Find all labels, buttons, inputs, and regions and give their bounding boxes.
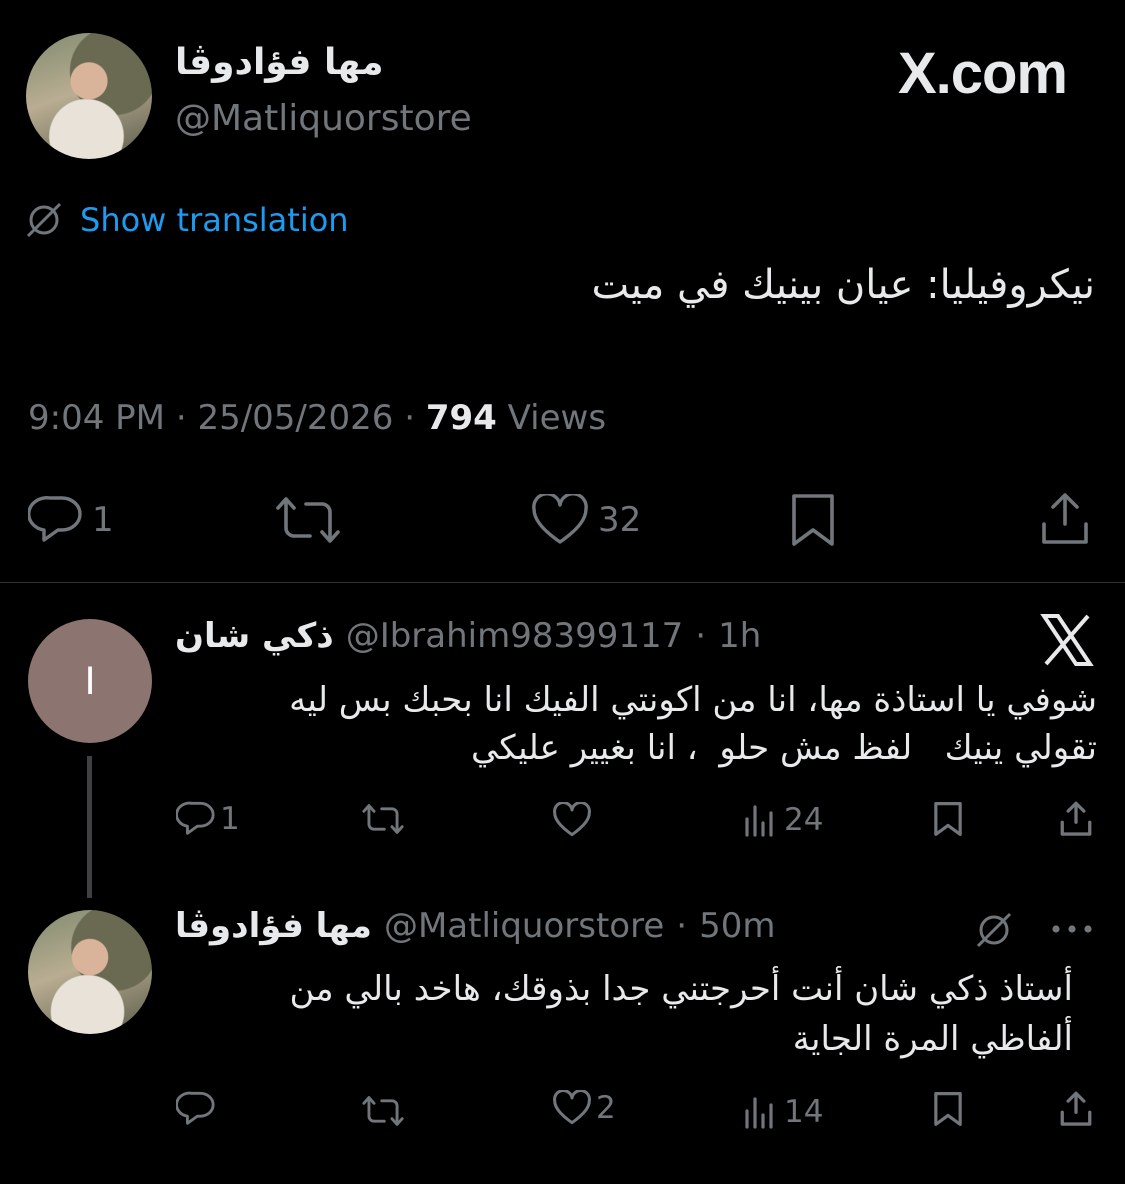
- share-icon: [1058, 1090, 1094, 1128]
- reply2-views-count: 14: [784, 1094, 824, 1130]
- reply2-like-count: 2: [596, 1090, 616, 1126]
- reply-icon: [176, 1090, 216, 1128]
- views-label: Views: [507, 398, 607, 438]
- avatar-letter: I: [84, 658, 96, 703]
- bookmark-icon: [932, 800, 964, 838]
- reply1-text-line1: شوفي يا استاذة مها، انا من اكونتي الفيك …: [289, 680, 1097, 720]
- reply2-author-name[interactable]: مها فؤادوڤا: [175, 906, 372, 946]
- x-logo-icon: [1040, 614, 1094, 666]
- reply1-time[interactable]: 1h: [718, 616, 761, 656]
- translate-icon[interactable]: [972, 910, 1016, 950]
- heart-icon: [552, 802, 592, 838]
- reply2-header: مها فؤادوڤا @Matliquorstore · 50m: [175, 906, 775, 946]
- meta-separator: ·: [695, 616, 707, 656]
- reply1-reply-button[interactable]: 1: [176, 800, 240, 838]
- thread-line: [87, 756, 92, 898]
- heart-icon: [530, 494, 590, 546]
- divider: [0, 582, 1125, 583]
- reply1-avatar[interactable]: I: [28, 619, 152, 743]
- reply1-views-button[interactable]: 24: [744, 802, 823, 838]
- share-button[interactable]: [1038, 490, 1092, 548]
- reply2-author-handle[interactable]: @Matliquorstore: [384, 906, 664, 946]
- reply1-text-line2: تقولي ينيك لفظ مش حلو ، انا بغيير عليكي: [471, 728, 1097, 768]
- author-handle[interactable]: @Matliquorstore: [175, 98, 472, 139]
- tweet-meta: 9:04 PM · 25/05/2026 · 794 Views: [28, 398, 606, 438]
- views-count: 794: [425, 398, 497, 438]
- analytics-icon: [744, 1095, 776, 1129]
- meta-separator: ·: [676, 906, 688, 946]
- reply-button[interactable]: 1: [28, 494, 114, 546]
- x-logo-text: X.com: [897, 41, 1068, 106]
- share-icon: [1038, 490, 1092, 548]
- reply1-reply-count: 1: [220, 801, 240, 837]
- bookmark-icon: [788, 492, 838, 548]
- retweet-icon: [272, 494, 344, 546]
- reply2-reply-button[interactable]: [176, 1090, 216, 1128]
- reply1-text: شوفي يا استاذة مها، انا من اكونتي الفيك …: [157, 676, 1097, 772]
- show-translation-link[interactable]: Show translation: [24, 200, 349, 240]
- reply2-avatar[interactable]: [28, 910, 152, 1034]
- like-count: 32: [598, 500, 642, 540]
- reply1-author-name[interactable]: ذكي شان: [175, 616, 334, 656]
- reply-icon: [28, 494, 84, 546]
- reply-icon: [176, 800, 216, 838]
- reply1-header: ذكي شان @Ibrahim98399117 · 1h: [175, 616, 761, 656]
- retweet-icon: [360, 802, 406, 836]
- translate-icon: [24, 200, 64, 240]
- reply2-bookmark-button[interactable]: [932, 1090, 964, 1128]
- reply1-views-count: 24: [784, 802, 824, 838]
- reply1-bookmark-button[interactable]: [932, 800, 964, 838]
- heart-icon: [552, 1090, 592, 1126]
- retweet-icon: [360, 1094, 406, 1128]
- reply1-share-button[interactable]: [1058, 800, 1094, 838]
- reply2-like-button[interactable]: 2: [552, 1090, 616, 1126]
- reply2-retweet-button[interactable]: [360, 1094, 406, 1128]
- reply1-like-button[interactable]: [552, 802, 592, 838]
- brand-logo: X.com: [897, 40, 1068, 107]
- meta-separator: ·: [175, 398, 187, 438]
- reply2-text-line2: ألفاظي المرة الجاية: [792, 1019, 1073, 1059]
- reply2-share-button[interactable]: [1058, 1090, 1094, 1128]
- show-translation-label[interactable]: Show translation: [80, 201, 349, 239]
- tweet-text: نيكروفيليا: عيان بينيك في ميت: [591, 262, 1096, 308]
- author-name[interactable]: مها فؤادوڤا: [175, 42, 384, 83]
- like-button[interactable]: 32: [530, 494, 641, 546]
- more-options-icon[interactable]: [1050, 922, 1094, 936]
- share-icon: [1058, 800, 1094, 838]
- reply1-author-handle[interactable]: @Ibrahim98399117: [346, 616, 684, 656]
- reply2-views-button[interactable]: 14: [744, 1094, 823, 1130]
- bookmark-icon: [932, 1090, 964, 1128]
- bookmark-button[interactable]: [788, 492, 838, 548]
- author-avatar[interactable]: [26, 33, 152, 159]
- tweet-date[interactable]: 25/05/2026: [197, 398, 393, 438]
- reply2-time[interactable]: 50m: [699, 906, 775, 946]
- reply-count: 1: [92, 500, 114, 540]
- retweet-button[interactable]: [272, 494, 344, 546]
- reply2-text-line1: أستاذ ذكي شان أنت أحرجتني جدا بذوقك، هاخ…: [289, 969, 1073, 1009]
- reply1-retweet-button[interactable]: [360, 802, 406, 836]
- tweet-time[interactable]: 9:04 PM: [28, 398, 165, 438]
- analytics-icon: [744, 803, 776, 837]
- reply2-text: أستاذ ذكي شان أنت أحرجتني جدا بذوقك، هاخ…: [153, 964, 1073, 1064]
- meta-separator: ·: [404, 398, 416, 438]
